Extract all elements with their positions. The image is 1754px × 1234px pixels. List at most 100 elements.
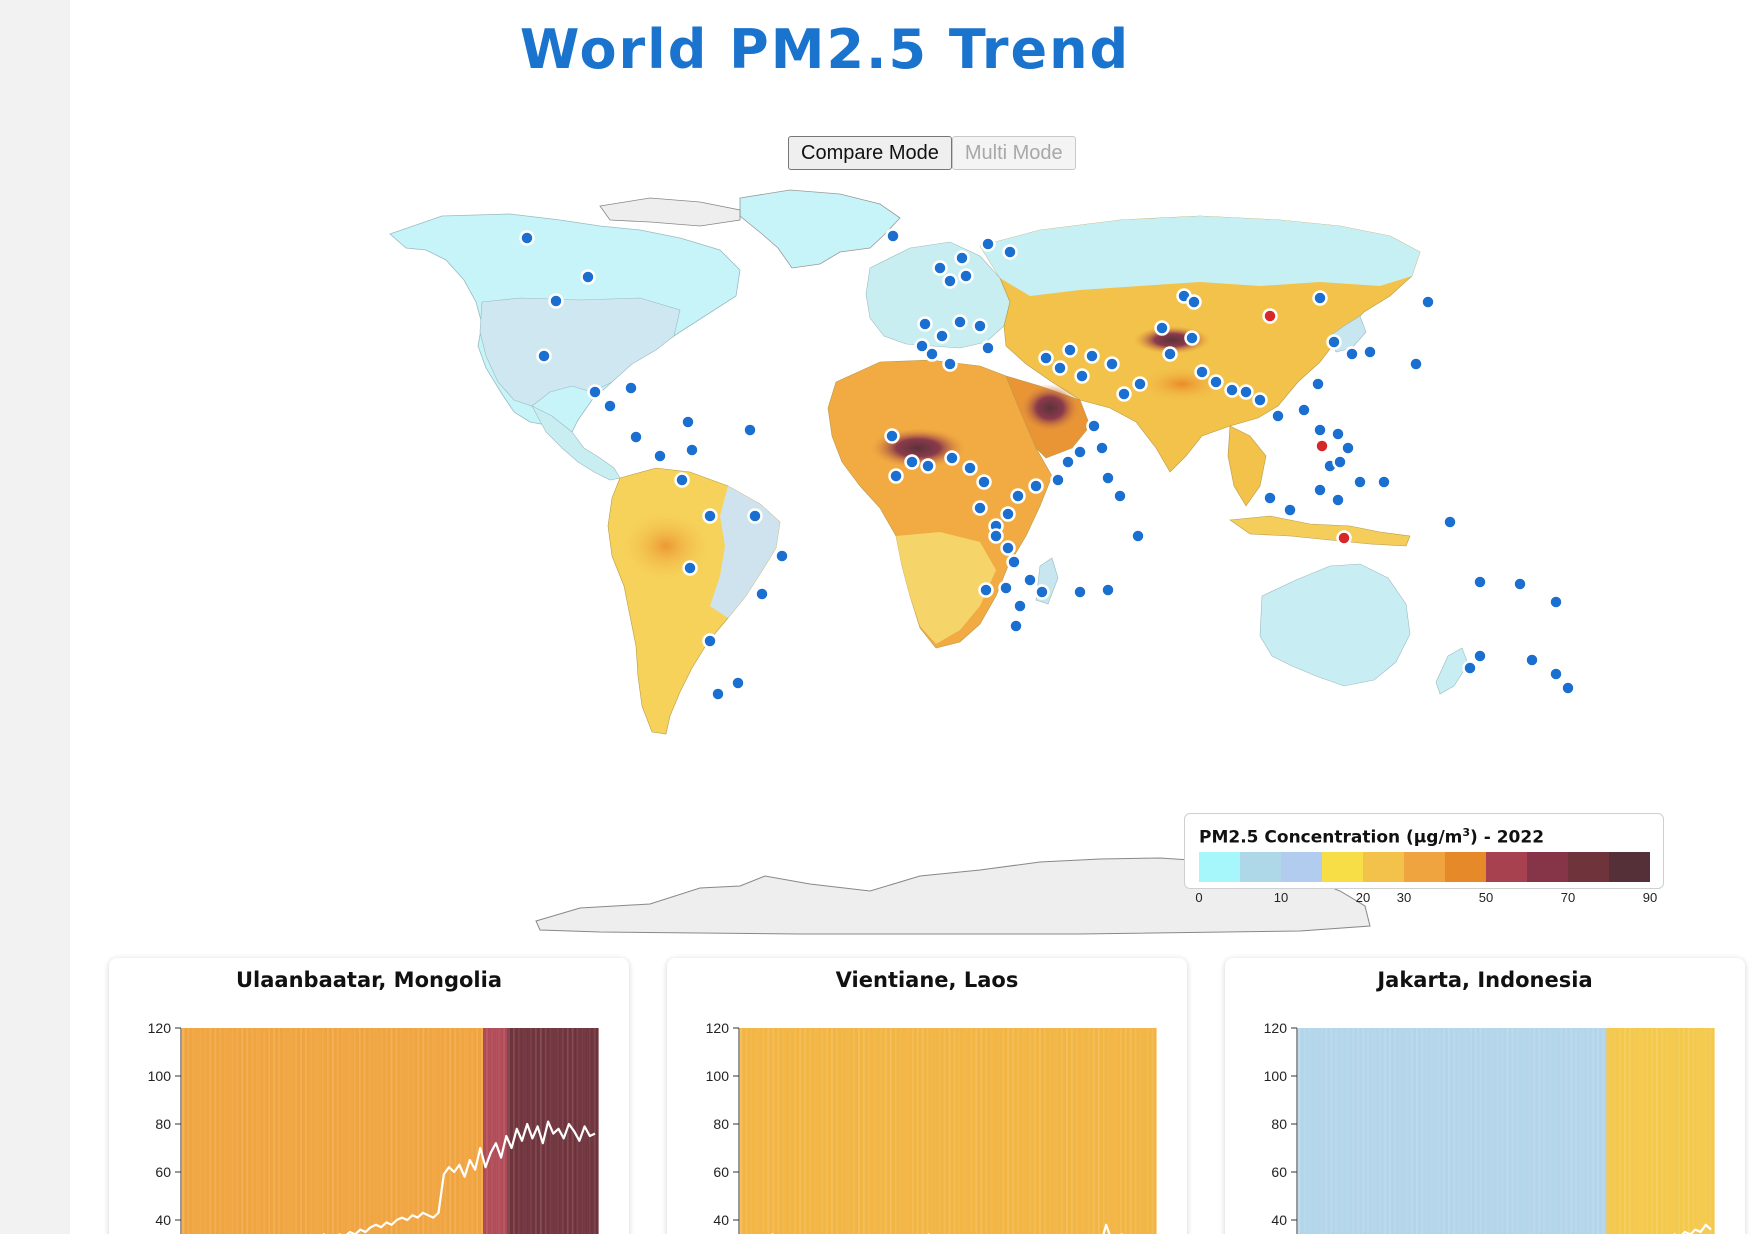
city-marker[interactable] <box>1130 528 1146 544</box>
city-marker[interactable] <box>944 450 960 466</box>
city-marker[interactable] <box>1100 470 1116 486</box>
city-marker[interactable] <box>1442 514 1458 530</box>
city-marker[interactable] <box>1034 584 1050 600</box>
city-marker[interactable] <box>1112 488 1128 504</box>
city-card-ulaanbaatar[interactable]: Ulaanbaatar, Mongolia 12010080604020 <box>109 958 629 1234</box>
city-marker[interactable] <box>1116 386 1132 402</box>
city-marker[interactable] <box>920 458 936 474</box>
city-marker[interactable] <box>774 548 790 564</box>
city-marker[interactable] <box>1362 344 1378 360</box>
city-marker[interactable] <box>958 268 974 284</box>
compare-mode-button[interactable]: Compare Mode <box>788 136 952 170</box>
city-marker[interactable] <box>1050 472 1066 488</box>
city-marker[interactable] <box>980 236 996 252</box>
city-marker[interactable] <box>602 398 618 414</box>
city-marker[interactable] <box>623 380 639 396</box>
city-marker[interactable] <box>1002 244 1018 260</box>
selected-city-marker[interactable] <box>1262 308 1278 324</box>
city-marker[interactable] <box>1408 356 1424 372</box>
city-marker[interactable] <box>1376 474 1392 490</box>
city-marker[interactable] <box>1548 666 1564 682</box>
city-marker[interactable] <box>942 273 958 289</box>
city-marker[interactable] <box>942 356 958 372</box>
city-marker[interactable] <box>1560 680 1576 696</box>
city-marker[interactable] <box>1472 648 1488 664</box>
city-marker[interactable] <box>1072 584 1088 600</box>
city-marker[interactable] <box>980 340 996 356</box>
city-marker[interactable] <box>885 228 901 244</box>
city-marker[interactable] <box>1062 342 1078 358</box>
city-marker[interactable] <box>1154 320 1170 336</box>
city-marker[interactable] <box>682 560 698 576</box>
city-marker[interactable] <box>1512 576 1528 592</box>
city-marker[interactable] <box>1038 350 1054 366</box>
city-marker[interactable] <box>1524 652 1540 668</box>
city-marker[interactable] <box>702 508 718 524</box>
city-marker[interactable] <box>952 314 968 330</box>
city-marker[interactable] <box>1344 346 1360 362</box>
city-marker[interactable] <box>934 328 950 344</box>
city-marker[interactable] <box>972 318 988 334</box>
city-marker[interactable] <box>1296 402 1312 418</box>
city-marker[interactable] <box>1238 384 1254 400</box>
city-marker[interactable] <box>1132 376 1148 392</box>
city-marker[interactable] <box>1462 660 1478 676</box>
city-marker[interactable] <box>1028 478 1044 494</box>
city-marker[interactable] <box>1162 346 1178 362</box>
city-marker[interactable] <box>1074 368 1090 384</box>
city-marker[interactable] <box>1270 408 1286 424</box>
city-marker[interactable] <box>1000 540 1016 556</box>
city-marker[interactable] <box>1022 572 1038 588</box>
city-marker[interactable] <box>1084 348 1100 364</box>
city-marker[interactable] <box>1010 488 1026 504</box>
city-marker[interactable] <box>988 528 1004 544</box>
city-marker[interactable] <box>742 422 758 438</box>
city-marker[interactable] <box>536 348 552 364</box>
city-marker[interactable] <box>976 474 992 490</box>
city-card-vientiane[interactable]: Vientiane, Laos 12010080604020 <box>667 958 1187 1234</box>
city-marker[interactable] <box>747 508 763 524</box>
city-marker[interactable] <box>1006 554 1022 570</box>
city-marker[interactable] <box>914 338 930 354</box>
city-marker[interactable] <box>1224 382 1240 398</box>
city-marker[interactable] <box>1000 506 1016 522</box>
city-marker[interactable] <box>1104 356 1120 372</box>
city-marker[interactable] <box>587 384 603 400</box>
city-marker[interactable] <box>519 230 535 246</box>
city-marker[interactable] <box>710 686 726 702</box>
city-marker[interactable] <box>1184 330 1200 346</box>
city-marker[interactable] <box>917 316 933 332</box>
city-marker[interactable] <box>962 460 978 476</box>
city-marker[interactable] <box>1186 294 1202 310</box>
city-marker[interactable] <box>1072 444 1088 460</box>
city-marker[interactable] <box>754 586 770 602</box>
city-marker[interactable] <box>1312 482 1328 498</box>
city-marker[interactable] <box>1094 440 1110 456</box>
city-marker[interactable] <box>1472 574 1488 590</box>
city-marker[interactable] <box>978 582 994 598</box>
city-marker[interactable] <box>1330 426 1346 442</box>
city-marker[interactable] <box>884 428 900 444</box>
city-marker[interactable] <box>628 429 644 445</box>
city-marker[interactable] <box>674 472 690 488</box>
city-marker[interactable] <box>1332 454 1348 470</box>
city-marker[interactable] <box>652 448 668 464</box>
selected-city-marker[interactable] <box>1314 438 1330 454</box>
city-marker[interactable] <box>1420 294 1436 310</box>
city-marker[interactable] <box>548 293 564 309</box>
city-marker[interactable] <box>1194 364 1210 380</box>
city-marker[interactable] <box>998 580 1014 596</box>
selected-city-marker[interactable] <box>1336 530 1352 546</box>
city-marker[interactable] <box>684 442 700 458</box>
city-marker[interactable] <box>1548 594 1564 610</box>
city-marker[interactable] <box>1052 360 1068 376</box>
city-marker[interactable] <box>1326 334 1342 350</box>
city-marker[interactable] <box>1310 376 1326 392</box>
city-marker[interactable] <box>1012 598 1028 614</box>
city-marker[interactable] <box>1352 474 1368 490</box>
city-marker[interactable] <box>1312 422 1328 438</box>
city-marker[interactable] <box>904 454 920 470</box>
city-marker[interactable] <box>1060 454 1076 470</box>
city-marker[interactable] <box>1252 392 1268 408</box>
city-marker[interactable] <box>954 250 970 266</box>
